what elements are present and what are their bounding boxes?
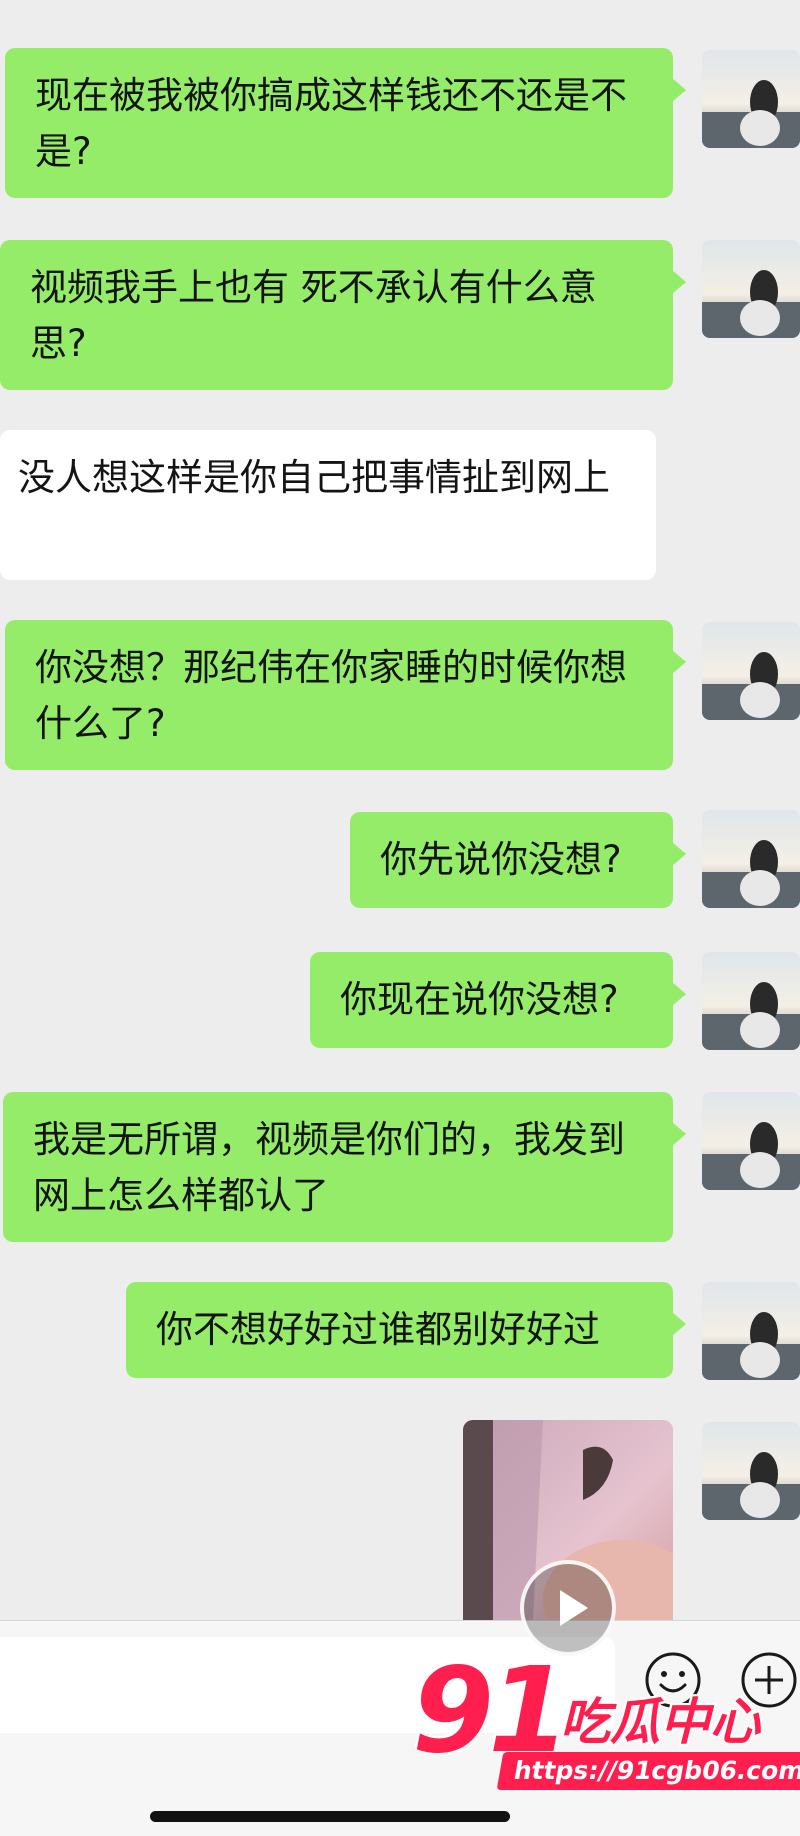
watermark-brand: 吃瓜中心 [560,1693,760,1751]
avatar[interactable] [702,50,800,148]
chat-area[interactable]: 现在被我被你搞成这样钱还不还是不是? 视频我手上也有 死不承认有什么意思? 没人… [0,0,800,1620]
message-bubble[interactable]: 你先说你没想? [350,812,686,908]
home-indicator [150,1811,510,1822]
message-bubble[interactable]: 你现在说你没想? [310,952,686,1048]
message-bubble[interactable]: 视频我手上也有 死不承认有什么意思? [0,240,686,390]
watermark-logo: 91 吃瓜中心 https://91cgb06.com [412,1640,800,1790]
avatar[interactable] [702,952,800,1050]
avatar[interactable] [702,1092,800,1190]
message-bubble[interactable]: 没人想这样是你自己把事情扯到网上 [0,430,656,580]
avatar[interactable] [702,1282,800,1380]
avatar[interactable] [702,622,800,720]
avatar[interactable] [702,240,800,338]
avatar[interactable] [702,1422,800,1520]
message-bubble[interactable]: 现在被我被你搞成这样钱还不还是不是? [5,48,686,198]
watermark-url: https://91cgb06.com [496,1752,800,1790]
message-bubble[interactable]: 你不想好好过谁都别好好过 [126,1282,686,1378]
avatar[interactable] [702,810,800,908]
message-bubble[interactable]: 你没想？那纪伟在你家睡的时候你想什么了? [5,620,686,770]
message-bubble[interactable]: 我是无所谓，视频是你们的，我发到网上怎么样都认了 [3,1092,686,1242]
